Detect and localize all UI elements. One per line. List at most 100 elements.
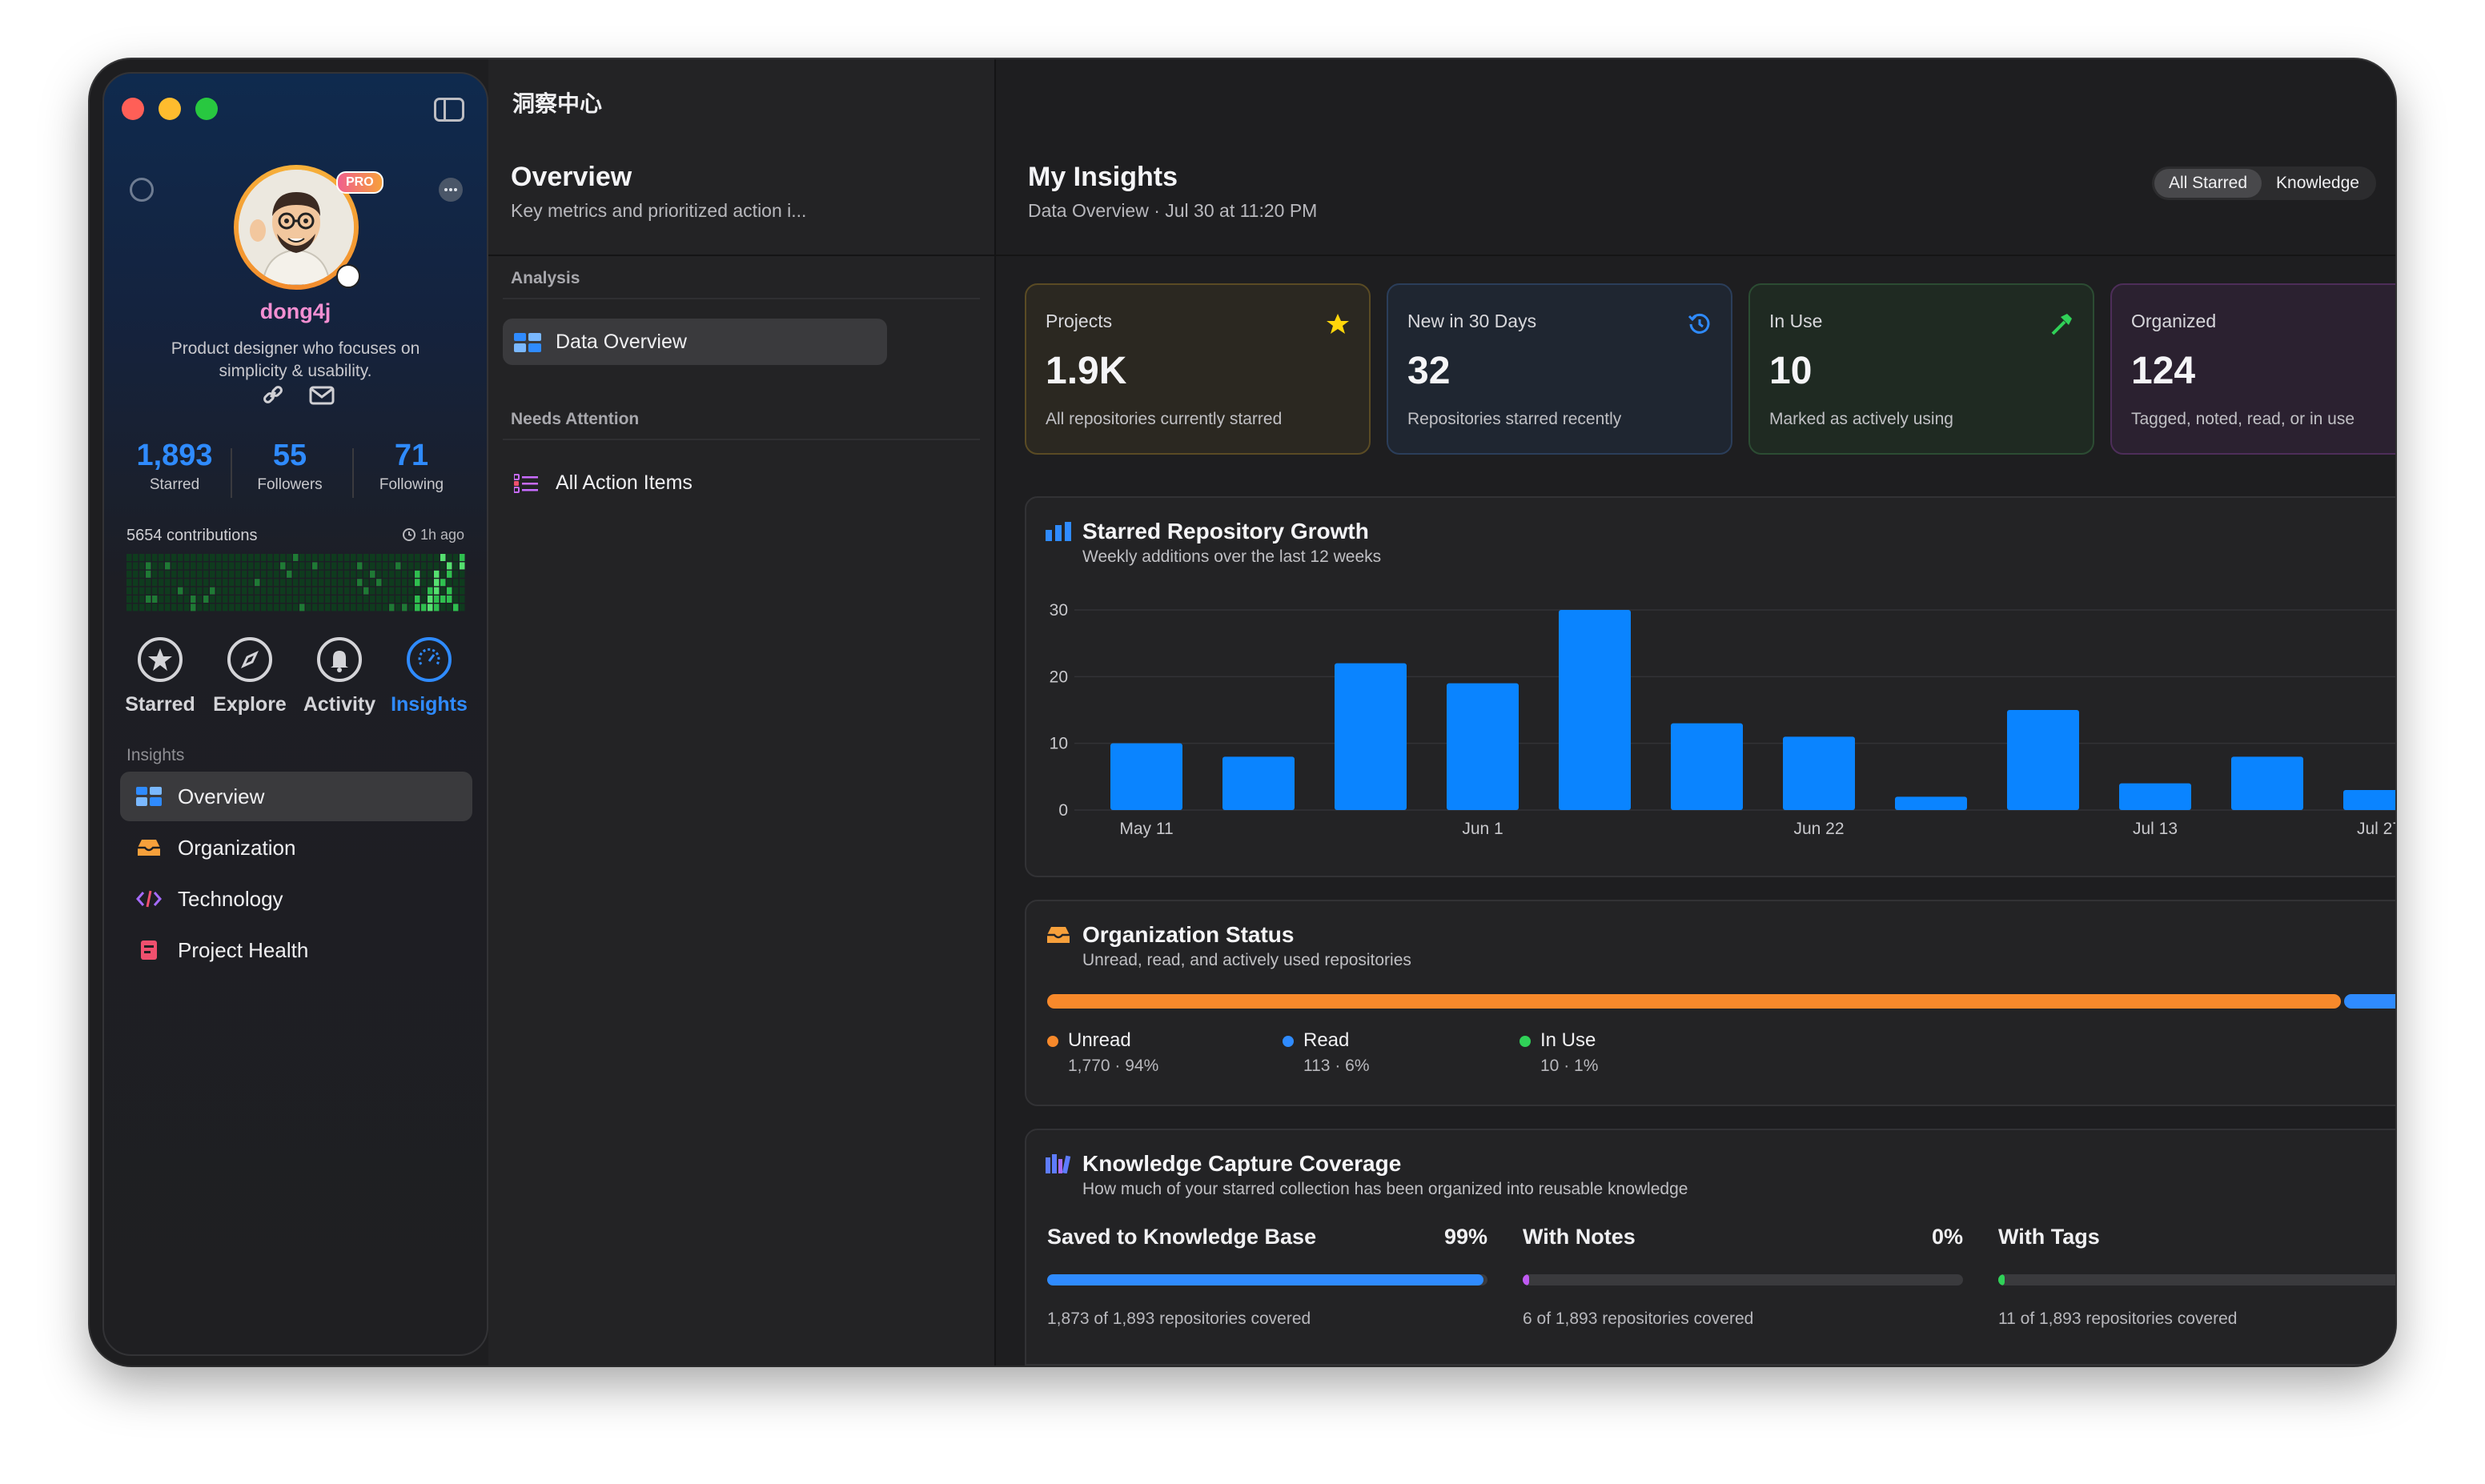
section-label-needs-attention: Needs Attention — [511, 410, 640, 428]
contribution-cell — [235, 570, 241, 578]
contribution-cell — [223, 554, 228, 561]
legend-value: 10 · 1% — [1540, 1057, 1599, 1075]
bar[interactable] — [1895, 796, 1967, 810]
sidebar-toggle-icon[interactable] — [434, 98, 464, 122]
contribution-cell — [383, 579, 388, 587]
contribution-cell — [395, 562, 401, 570]
metric-card-projects[interactable]: Projects 1.9K All repositories currently… — [1025, 283, 1371, 455]
contribution-cell — [370, 579, 375, 587]
contribution-cell — [165, 604, 171, 612]
sidebar-item-organization[interactable]: Organization — [120, 823, 472, 872]
sidebar-item-technology[interactable]: Technology — [120, 874, 472, 924]
contribution-cell — [235, 587, 241, 595]
contribution-cell — [159, 604, 164, 612]
bar[interactable] — [1783, 736, 1855, 810]
coverage-name: With Tags — [1998, 1225, 2100, 1249]
zoom-window-button[interactable] — [195, 98, 218, 120]
power-icon[interactable] — [130, 178, 154, 202]
nav-activity[interactable]: Activity — [295, 637, 384, 716]
stat-label: Followers — [257, 476, 323, 493]
contribution-cell — [319, 596, 324, 603]
chart-title: Starred Repository Growth — [1082, 519, 1369, 543]
metric-card-organized[interactable]: Organized 124 Tagged, noted, read, or in… — [2110, 283, 2395, 455]
tray-icon — [1047, 927, 1070, 943]
contribution-cell — [351, 604, 356, 612]
contribution-cell — [280, 562, 286, 570]
bar[interactable] — [1335, 663, 1407, 810]
bar[interactable] — [1447, 683, 1519, 810]
contribution-cell — [178, 554, 183, 561]
bar[interactable] — [2007, 710, 2079, 810]
card-description: All repositories currently starred — [1046, 410, 1283, 428]
nav-insights[interactable]: Insights — [384, 637, 474, 716]
sidebar-item-project-health[interactable]: Project Health — [120, 925, 472, 975]
contribution-cell — [171, 562, 177, 570]
divider — [488, 255, 994, 256]
metric-card-in-use[interactable]: In Use 10 Marked as actively using — [1748, 283, 2094, 455]
contribution-cell — [242, 570, 247, 578]
bar[interactable] — [1559, 610, 1631, 810]
username[interactable]: dong4j — [104, 299, 487, 324]
x-tick-label: Jun 22 — [1793, 820, 1844, 838]
segment-knowledge[interactable]: Knowledge — [2262, 169, 2374, 198]
sidebar-item-overview[interactable]: Overview — [120, 772, 472, 821]
contribution-cell — [306, 596, 311, 603]
stat-divider — [231, 448, 232, 498]
bar[interactable] — [2343, 790, 2395, 810]
sidebar-section-label: Insights — [126, 746, 185, 764]
contribution-cell — [235, 554, 241, 561]
nav-explore[interactable]: Explore — [205, 637, 295, 716]
stat-followers[interactable]: 55 Followers — [242, 439, 338, 494]
list-item-data-overview[interactable]: Data Overview — [503, 319, 887, 365]
contribution-cell — [293, 579, 299, 587]
stat-starred[interactable]: 1,893 Starred — [126, 439, 223, 494]
code-icon — [136, 890, 162, 908]
contribution-cell — [242, 562, 247, 570]
bar[interactable] — [1671, 723, 1743, 810]
mail-icon[interactable] — [309, 386, 335, 409]
contribution-cell — [152, 596, 158, 603]
contribution-cell — [389, 579, 395, 587]
bar[interactable] — [2231, 756, 2303, 810]
metric-card-new-30-days[interactable]: New in 30 Days 32 Repositories starred r… — [1387, 283, 1732, 455]
contribution-cell — [178, 596, 183, 603]
contribution-cell — [344, 596, 350, 603]
close-window-button[interactable] — [122, 98, 144, 120]
contribution-cell — [415, 579, 420, 587]
status-segment — [1047, 994, 2342, 1009]
contribution-cell — [428, 587, 433, 595]
contribution-cell — [287, 570, 292, 578]
y-tick-label: 20 — [1050, 668, 1068, 686]
contribution-cell — [229, 604, 235, 612]
list-item-action-items[interactable]: All Action Items — [503, 459, 887, 506]
link-icon[interactable] — [261, 383, 285, 411]
stat-following[interactable]: 71 Following — [359, 439, 464, 494]
contribution-cell — [267, 604, 273, 612]
minimize-window-button[interactable] — [159, 98, 181, 120]
segment-all-starred[interactable]: All Starred — [2154, 169, 2262, 198]
contribution-cell — [421, 604, 427, 612]
sidebar-item-label: Technology — [178, 887, 283, 911]
contribution-cell — [447, 587, 452, 595]
contribution-cell — [363, 587, 369, 595]
divider — [996, 255, 2395, 256]
contribution-cell — [370, 554, 375, 561]
contribution-cell — [363, 570, 369, 578]
contribution-cell — [447, 562, 452, 570]
bar[interactable] — [2119, 783, 2191, 810]
contribution-cell — [210, 587, 215, 595]
sidebar-item-label: Organization — [178, 836, 296, 860]
nav-starred[interactable]: Starred — [115, 637, 205, 716]
coverage-track — [1523, 1274, 1963, 1285]
coverage-fill — [1523, 1274, 1529, 1285]
contribution-cell — [421, 562, 427, 570]
contribution-cell — [421, 554, 427, 561]
contribution-cell — [280, 596, 286, 603]
more-options-icon[interactable] — [439, 178, 463, 202]
bar[interactable] — [1110, 743, 1182, 810]
contribution-cell — [434, 596, 440, 603]
contribution-cell — [242, 587, 247, 595]
bar[interactable] — [1222, 756, 1295, 810]
contribution-cell — [319, 587, 324, 595]
contribution-cell — [139, 604, 145, 612]
